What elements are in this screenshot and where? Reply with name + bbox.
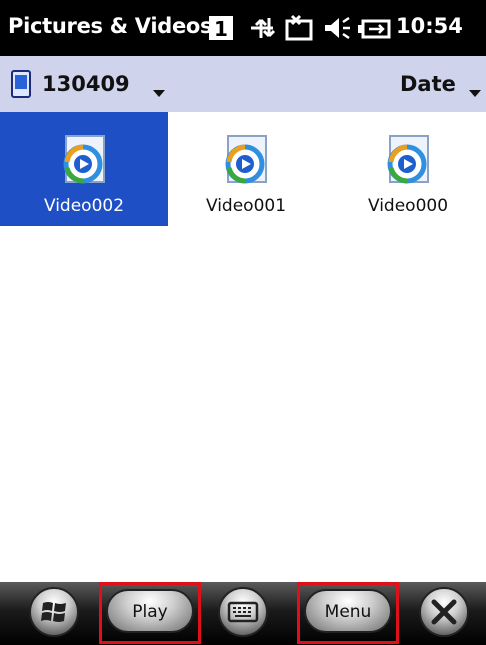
title-bar: Pictures & Videos 1 10:54 <box>0 0 486 56</box>
start-button[interactable] <box>28 586 80 638</box>
toolbar: 130409 Date <box>0 56 486 112</box>
sort-dropdown[interactable]: Date <box>392 66 486 102</box>
play-softkey-label: Play <box>132 602 168 622</box>
video-item-label: Video000 <box>367 196 449 216</box>
storage-card-icon <box>11 70 31 98</box>
speaker-icon[interactable] <box>321 12 351 44</box>
notification-count-icon[interactable]: 1 <box>207 12 235 44</box>
connectivity-icon[interactable] <box>247 12 277 44</box>
chevron-down-icon <box>469 90 481 97</box>
video-item-label: Video002 <box>43 196 125 216</box>
media-grid: Video002 Video001 Video000 <box>0 112 486 582</box>
svg-text:1: 1 <box>214 17 228 41</box>
chevron-down-icon <box>153 90 165 97</box>
menu-softkey[interactable]: Menu <box>304 589 392 633</box>
video-file-icon <box>63 135 105 184</box>
message-icon[interactable] <box>284 12 314 44</box>
battery-icon[interactable] <box>357 12 391 44</box>
video-file-icon <box>225 135 267 184</box>
sort-label: Date <box>400 72 456 96</box>
folder-label: 130409 <box>42 72 130 96</box>
menu-softkey-label: Menu <box>324 602 372 622</box>
video-file-icon <box>387 135 429 184</box>
video-item[interactable]: Video002 <box>0 112 168 226</box>
video-item[interactable]: Video001 <box>162 112 330 226</box>
clock[interactable]: 10:54 <box>396 14 463 38</box>
app-title: Pictures & Videos <box>8 14 213 38</box>
close-button[interactable] <box>418 586 470 638</box>
play-softkey[interactable]: Play <box>106 589 194 633</box>
video-item[interactable]: Video000 <box>324 112 486 226</box>
softkey-bar: Play Menu <box>0 582 486 645</box>
keyboard-button[interactable] <box>217 586 269 638</box>
video-item-label: Video001 <box>205 196 287 216</box>
